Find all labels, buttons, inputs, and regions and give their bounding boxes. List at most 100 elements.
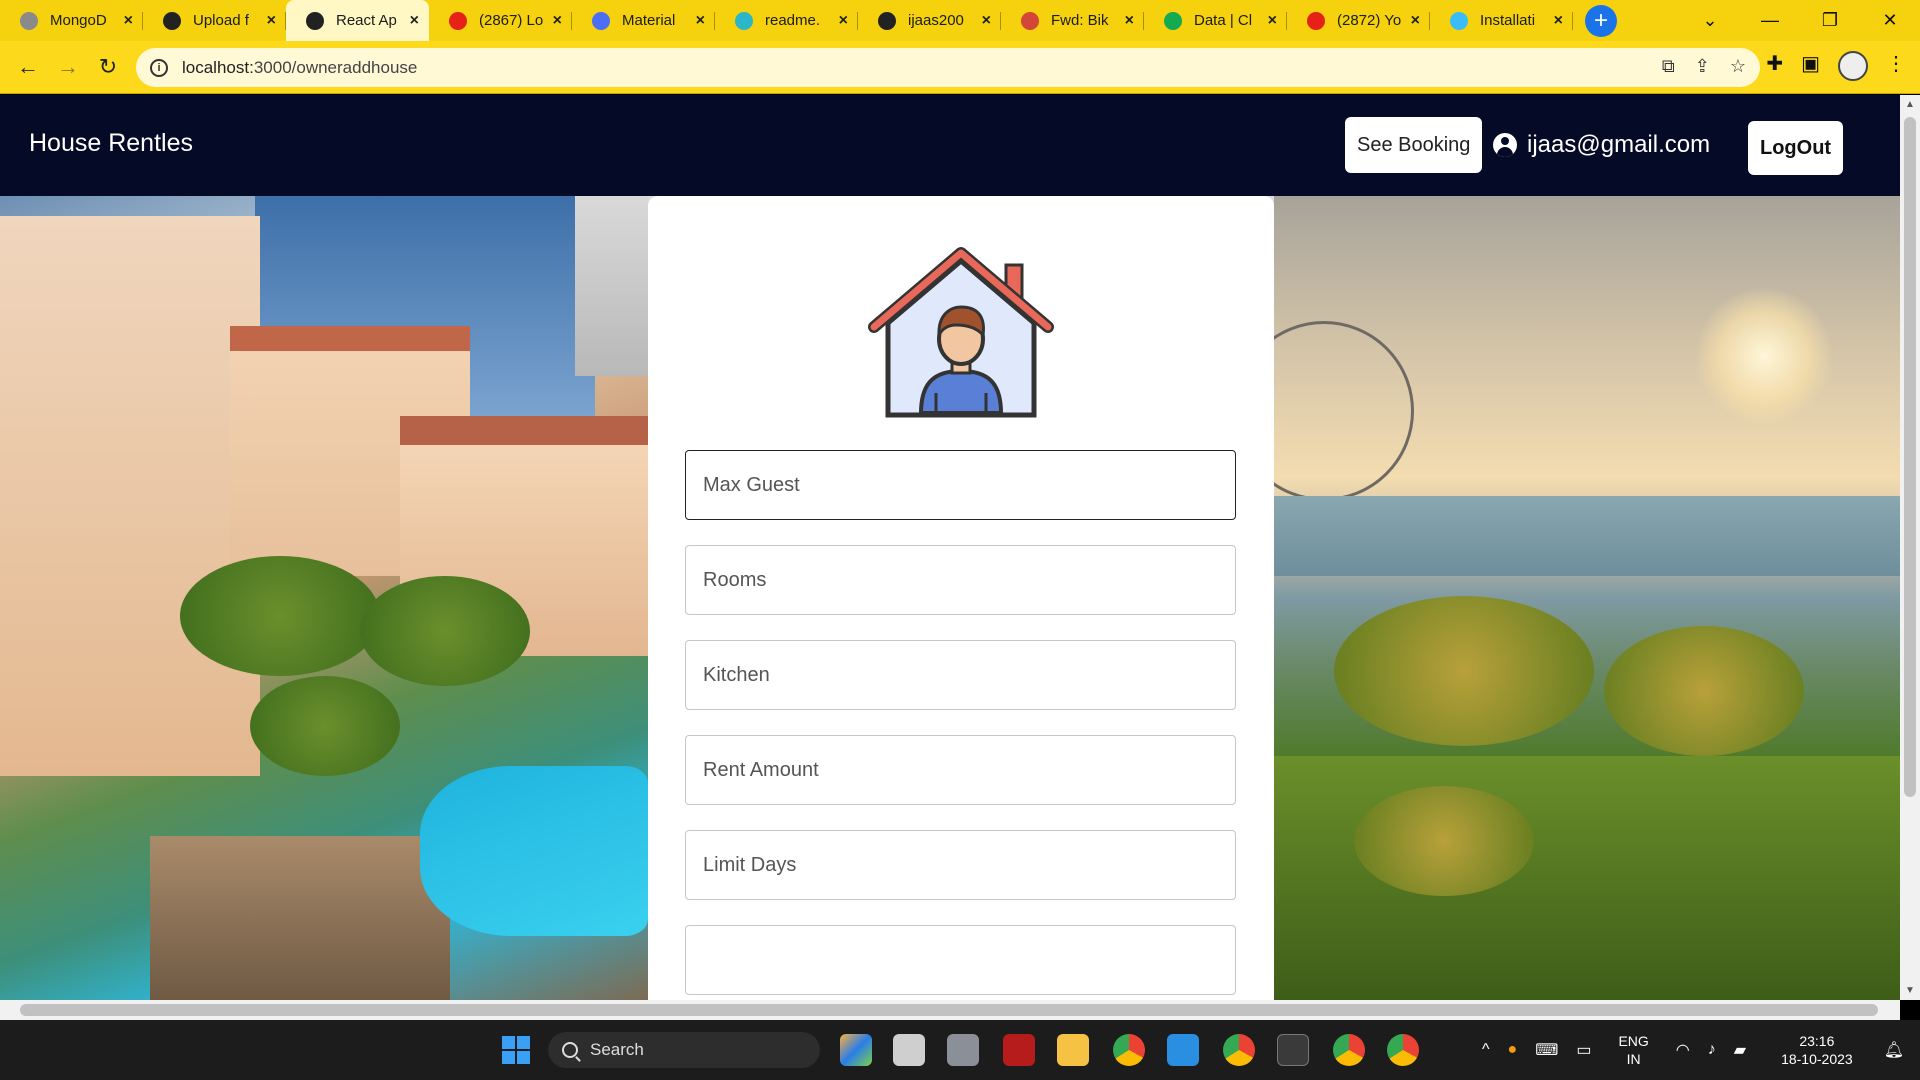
tab-close-icon[interactable]: × [1411,12,1420,30]
page-viewport: House Rentles See Booking ijaas@gmail.co… [0,95,1900,1000]
tab-close-icon[interactable]: × [267,12,276,30]
browser-tab[interactable]: Data | Cl × [1144,0,1287,41]
tab-list: MongoD × Upload f × React Ap × (2867) Lo × Mater… [0,0,1573,41]
limit-days-input[interactable] [686,831,1235,899]
browser-tab[interactable]: MongoD × [0,0,143,41]
keyboard-icon[interactable]: ⌨ [1535,1040,1558,1060]
browser-tab[interactable]: (2867) Lo × [429,0,572,41]
brand-title[interactable]: House Rentles [29,129,193,158]
react-icon [735,11,753,30]
clock[interactable]: 23:16 18-10-2023 [1781,1032,1853,1068]
app-navbar: House Rentles See Booking ijaas@gmail.co… [0,95,1900,196]
terminal-icon[interactable] [1277,1034,1309,1066]
browser-tab[interactable]: ijaas200 × [858,0,1001,41]
microphone-icon[interactable]: ● [1508,1041,1518,1059]
chevron-up-icon[interactable]: ^ [1482,1041,1490,1059]
pool [420,766,648,936]
scrollbar-thumb[interactable] [1904,117,1916,797]
form-field [685,450,1236,520]
address-bar[interactable]: i localhost:3000/owneraddhouse ⧉ ⇪ ☆ [136,48,1760,87]
vscode-icon[interactable] [1167,1034,1199,1066]
minimize-button[interactable]: — [1740,10,1800,31]
tab-close-icon[interactable]: × [1125,12,1134,30]
scroll-down-arrow-icon[interactable]: ▼ [1900,985,1920,996]
horizontal-scrollbar[interactable] [0,1000,1900,1020]
browser-tab[interactable]: Fwd: Bik × [1001,0,1144,41]
scrollbar-thumb[interactable] [20,1004,1878,1016]
sunset-glow [1694,286,1834,426]
tab-close-icon[interactable]: × [696,12,705,30]
tab-title: Installati [1480,12,1536,29]
menu-kebab-icon[interactable]: ⋮ [1886,51,1906,81]
resort-building [0,216,260,776]
profile-avatar[interactable] [1838,51,1868,81]
site-info-icon[interactable]: i [150,58,168,77]
rooms-input[interactable] [686,546,1235,614]
language-indicator[interactable]: ENG IN [1618,1032,1648,1068]
tab-close-icon[interactable]: × [1268,12,1277,30]
wifi-icon[interactable]: ◠ [1676,1040,1690,1060]
spiderman-game-icon[interactable] [1003,1034,1035,1066]
file-explorer-icon[interactable] [1057,1034,1089,1066]
tab-close-icon[interactable]: × [982,12,991,30]
tab-close-icon[interactable]: × [839,12,848,30]
globe-icon [592,11,610,30]
display-icon[interactable]: ▭ [1576,1040,1591,1060]
palm-tree [250,676,400,776]
task-view-icon[interactable] [893,1034,925,1066]
chrome-icon[interactable] [1387,1034,1419,1066]
browser-tab[interactable]: Upload f × [143,0,286,41]
browser-tab[interactable]: Material × [572,0,715,41]
tab-close-icon[interactable]: × [124,12,133,30]
tab-close-icon[interactable]: × [1554,12,1563,30]
start-button[interactable] [502,1036,530,1064]
palm-tree [1604,626,1804,756]
extensions-puzzle-icon[interactable]: ✚ [1766,51,1783,81]
account-circle-icon [1493,133,1517,157]
copilot-icon[interactable] [840,1034,872,1066]
search-label: Search [590,1040,644,1059]
browser-tab[interactable]: Installati × [1430,0,1573,41]
side-panel-icon[interactable]: ▣ [1801,51,1820,81]
open-in-app-icon[interactable]: ⧉ [1662,56,1675,77]
background-photo-right [1274,196,1900,1000]
house-owner-icon [868,247,1054,418]
mongodb-leaf-icon [1164,11,1182,30]
restore-button[interactable]: ❐ [1800,10,1860,31]
volume-icon[interactable]: ♪ [1708,1041,1716,1059]
kitchen-input[interactable] [686,641,1235,709]
taskbar-search[interactable]: Search [548,1032,820,1068]
browser-tab[interactable]: readme. × [715,0,858,41]
forward-button[interactable]: → [48,54,88,80]
new-tab-button[interactable]: + [1585,5,1617,37]
chrome-icon[interactable] [1223,1034,1255,1066]
chrome-icon[interactable] [1113,1034,1145,1066]
notification-bell-icon[interactable]: 🔔︎ [1884,1040,1904,1060]
bookmark-star-icon[interactable]: ☆ [1730,56,1746,77]
tab-search-icon[interactable]: ⌄ [1680,10,1740,31]
rent-amount-input[interactable] [686,736,1235,804]
app-icon[interactable] [947,1034,979,1066]
palm-tree [1354,786,1534,896]
tab-title: (2872) Yo [1337,12,1402,29]
close-window-button[interactable]: ✕ [1860,10,1920,31]
reload-button[interactable]: ↻ [88,54,128,80]
browser-tab[interactable]: React Ap × [286,0,429,41]
browser-tab[interactable]: (2872) Yo × [1287,0,1430,41]
github-icon [163,11,181,30]
tab-close-icon[interactable]: × [553,12,562,30]
tailwind-icon [1450,11,1468,30]
vertical-scrollbar[interactable]: ▲ ▼ [1900,95,1920,1000]
logout-button[interactable]: LogOut [1748,121,1844,175]
chrome-icon[interactable] [1333,1034,1365,1066]
palm-tree [180,556,380,676]
share-icon[interactable]: ⇪ [1695,56,1710,77]
tab-close-icon[interactable]: × [410,12,419,30]
mongodb-icon [20,11,38,30]
back-button[interactable]: ← [8,54,48,80]
see-booking-button[interactable]: See Booking [1345,117,1483,173]
scroll-up-arrow-icon[interactable]: ▲ [1900,99,1920,110]
form-field-partial[interactable] [685,925,1236,995]
max-guest-input[interactable] [686,451,1235,519]
battery-icon[interactable]: ▰ [1734,1040,1746,1060]
